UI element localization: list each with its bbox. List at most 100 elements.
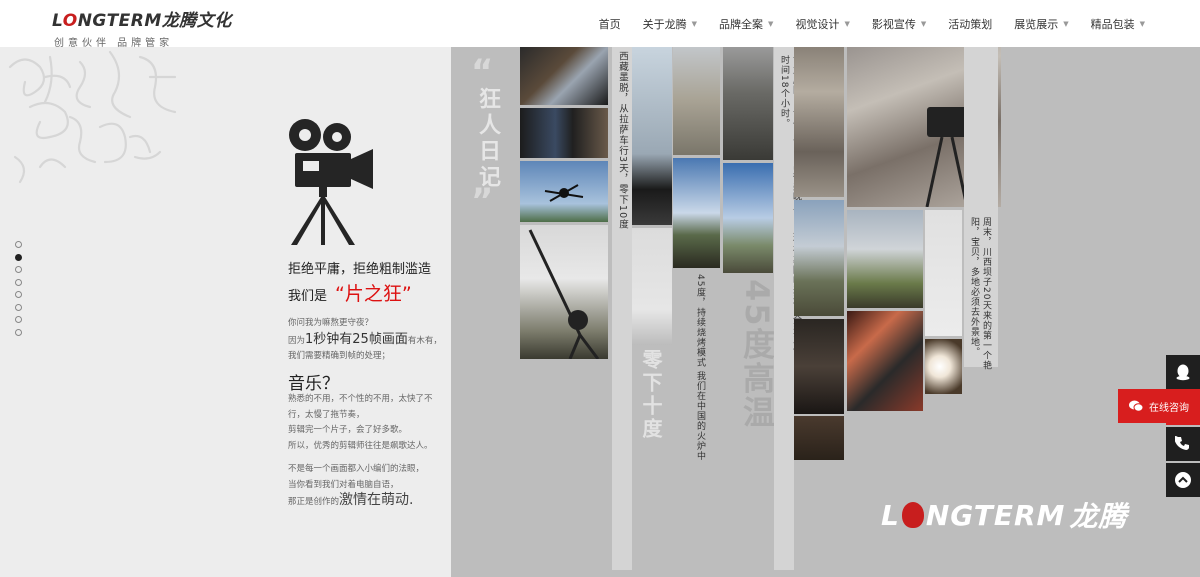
text-emphasis: 激情在萌动. (339, 492, 414, 508)
slide-dot[interactable] (15, 303, 22, 311)
brand-letters: NGTERM (925, 498, 1066, 532)
qq-icon (1176, 364, 1190, 381)
logo-o-mark: O (62, 11, 78, 31)
chat-icon (1129, 400, 1143, 412)
text-line: 剪辑完一个片子，会了好多歌。 (288, 425, 408, 435)
photo-jib-crew (847, 210, 923, 308)
photo-sky-crane (723, 163, 773, 273)
main-nav: 首页 关于龙腾 ▼ 品牌全案 ▼ 视觉设计 ▼ 影视宣传 ▼ 活动策划 展览展示 ▼ 精品包装 ▼ (577, 0, 1145, 47)
photo-stage-light (925, 339, 962, 394)
photo-crew-mountain (673, 158, 720, 268)
text-line: 你问我为嘛熬更守夜？ (288, 318, 374, 328)
crane-icon (528, 229, 600, 359)
chevron-down-icon: ▼ (920, 19, 927, 28)
photo-cameraman-1 (723, 47, 773, 160)
caption-sichuan: 周末，川西坝子20天来的第一个艳阳，宝贝，多地必须去外景地。 (969, 217, 991, 371)
floating-toolbar (1166, 355, 1200, 499)
logo-letter-l: L (52, 11, 63, 31)
diary-gallery: “ 狂人日记 ” 西藏墨脱，从拉萨车行3天，零下10度 零下十度 45度，持续烧… (451, 47, 1200, 577)
text-span: 那正是创作的 (288, 497, 340, 507)
text-emphasis: 1秒钟有25帧画面 (305, 331, 408, 347)
text-line: 行，太慢了拖节奏， (288, 409, 365, 420)
diary-title-text: 狂人日记 (475, 87, 500, 191)
nav-label: 关于龙腾 (642, 17, 687, 31)
text-span: 因为 (288, 335, 306, 346)
brand-o-mark (901, 502, 924, 528)
brand-cn: 龙腾 (1069, 500, 1128, 533)
nav-item-7[interactable]: 精品包装 ▼ (1091, 16, 1145, 32)
slogan-prefix: 我们是 (288, 289, 328, 304)
nav-label: 影视宣传 (871, 17, 916, 31)
qq-button[interactable] (1166, 355, 1200, 389)
calligraphy-watermark (8, 50, 177, 184)
logo[interactable]: LONGTERM龙腾文化 创意伙伴 品牌管家 (52, 6, 232, 49)
photo-light-blank (925, 210, 962, 336)
drone-icon (544, 184, 584, 202)
nav-label: 视觉设计 (795, 17, 840, 31)
slide-dot[interactable] (15, 328, 22, 336)
chevron-down-icon: ▼ (768, 19, 774, 28)
quote-close: ” (471, 181, 494, 221)
photo-car-dust (673, 47, 720, 155)
back-to-top-icon (1175, 472, 1191, 488)
text-span: 有木有， (407, 335, 442, 346)
nav-item-0[interactable]: 首页 (599, 16, 621, 32)
online-consult-button[interactable]: 在线咨询 (1118, 389, 1200, 423)
nav-label: 精品包装 (1090, 17, 1135, 31)
text-line: 不是每一个画面都入小编们的法眼， (288, 464, 425, 474)
nav-item-4[interactable]: 影视宣传 ▼ (872, 16, 926, 32)
slogan-line-2: 我们是 “片之狂” (288, 279, 412, 306)
photo-opera-actor (847, 311, 923, 411)
photo-drone (520, 161, 608, 222)
text-line: 那正是创作的激情在萌动. (288, 492, 451, 511)
slide-dot[interactable] (15, 316, 22, 323)
nav-label: 活动策划 (948, 17, 993, 31)
chevron-down-icon: ▼ (1139, 19, 1145, 28)
photo-river-crew (794, 47, 844, 197)
back-to-top-button[interactable] (1166, 463, 1200, 497)
slide-dot[interactable] (15, 241, 22, 248)
brand-watermark: L NGTERM 龙腾 (881, 495, 1127, 535)
film-camera-icon (289, 119, 373, 245)
music-heading: 音乐？ (288, 374, 339, 394)
intro-panel: 拒绝平庸，拒绝粗制滥造 我们是 “片之狂” 你问我为嘛熬更守夜？ 因为1秒钟有2… (0, 47, 451, 577)
phone-icon (1175, 436, 1189, 450)
nav-item-6[interactable]: 展览展示 ▼ (1014, 16, 1068, 32)
logo-letters: NGTERM (77, 11, 162, 31)
chevron-down-icon: ▼ (691, 19, 698, 28)
photo-valley (794, 200, 844, 316)
consult-label: 在线咨询 (1149, 402, 1189, 414)
photo-snow (632, 228, 672, 345)
text-line: 当你看到我们对着电脑自语， (288, 479, 399, 490)
slide-dot[interactable] (15, 266, 22, 273)
photo-mountain-dark (632, 47, 672, 225)
logo-wordmark: LONGTERM龙腾文化 (52, 6, 232, 31)
paragraph-passion: 不是每一个画面都入小编们的法眼， 当你看到我们对着电脑自语， 那正是创作的激情在… (288, 462, 451, 511)
logo-cn: 龙腾文化 (161, 11, 232, 31)
nav-item-5[interactable]: 活动策划 (948, 16, 992, 32)
slide-dot[interactable] (15, 253, 22, 261)
photo-monitor-wall (520, 108, 608, 158)
nav-item-3[interactable]: 视觉设计 ▼ (795, 16, 849, 32)
text-line: 熟悉的不用，不个性的不用，太快了不 (288, 394, 433, 404)
diary-title: “ 狂人日记 ” (471, 55, 511, 221)
nav-label: 品牌全案 (719, 17, 764, 31)
photo-crane-camera (520, 225, 608, 359)
text-line: 因为1秒钟有25帧画面有木有， (288, 332, 451, 350)
chevron-down-icon: ▼ (1063, 19, 1069, 28)
brand-letter: L (881, 498, 900, 532)
slide-dot[interactable] (15, 291, 22, 298)
caption-45: 45度，持续烧烤模式 我们在中国的火炉中 (695, 274, 705, 462)
paragraph-music: 熟悉的不用，不个性的不用，太快了不 行，太慢了拖节奏， 剪辑完一个片子，会了好多… (288, 392, 451, 454)
nav-label: 展览展示 (1014, 17, 1059, 31)
slide-dot[interactable] (15, 278, 22, 286)
nav-label: 首页 (598, 17, 621, 31)
paragraph-frames: 你问我为嘛熬更守夜？ 因为1秒钟有25帧画面有木有， 我们需要精确到帧的处理； (288, 316, 451, 365)
chevron-down-icon: ▼ (844, 19, 850, 28)
caption-tibet: 西藏墨脱，从拉萨车行3天，零下10度 (617, 51, 628, 230)
nav-item-1[interactable]: 关于龙腾 ▼ (643, 16, 697, 32)
nav-item-2[interactable]: 品牌全案 ▼ (719, 16, 773, 32)
logo-tagline: 创意伙伴 品牌管家 (54, 38, 174, 49)
phone-button[interactable] (1166, 427, 1200, 461)
photo-dark-set (794, 319, 844, 414)
